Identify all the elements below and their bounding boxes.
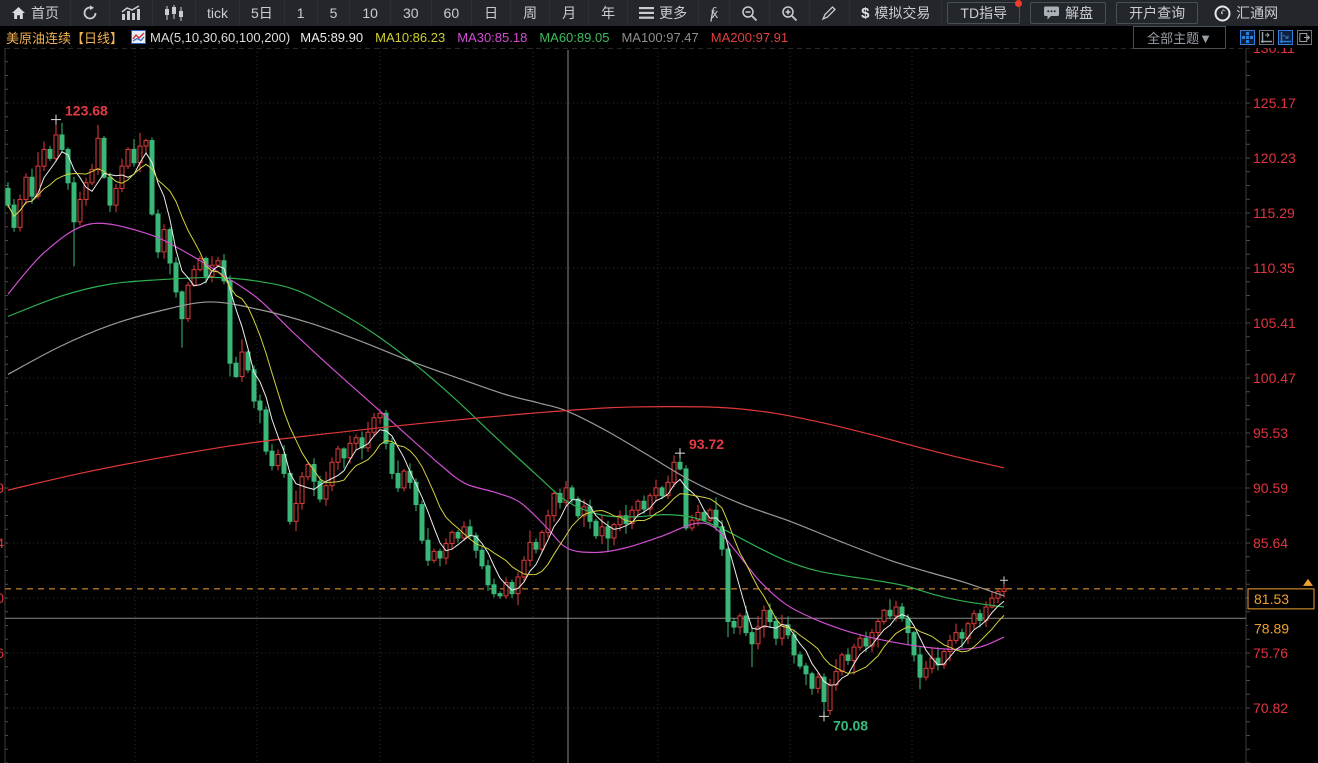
toolbar-period-10[interactable]: 10: [350, 0, 391, 26]
symbol-title: 美原油连续【日线】: [6, 28, 123, 47]
axis-label: 95.53: [1253, 425, 1288, 441]
toolbar-refresh-icon[interactable]: [71, 0, 110, 26]
axis-label-clipped: 90.59: [0, 480, 4, 496]
crosshair-price-badge: 78.89: [1248, 618, 1318, 637]
toolbar-period-60[interactable]: 60: [432, 0, 473, 26]
axis-label: 110.35: [1253, 260, 1295, 276]
ma-value-3: MA60:89.05: [539, 30, 609, 45]
theme-selector-dropdown[interactable]: 全部主题▼: [1133, 26, 1226, 49]
ma-parameters-label: MA(5,10,30,60,100,200): [150, 30, 290, 45]
svg-text:81.53: 81.53: [1254, 591, 1289, 607]
draw-tool-icon: [821, 5, 838, 21]
toolbar-market-analysis[interactable]: 解盘: [1030, 2, 1106, 24]
legend-row: 美原油连续【日线】 MA(5,10,30,60,100,200) MA5:89.…: [0, 26, 1318, 48]
axis-label-clipped: 75.76: [0, 645, 4, 661]
toolbar-candlestick-chart-icon[interactable]: [153, 0, 196, 26]
toolbar-more[interactable]: 更多: [628, 0, 699, 26]
toolbar-zoom-in-icon[interactable]: [770, 0, 810, 26]
layout-right-axis-icon[interactable]: [1278, 30, 1293, 45]
toolbar-period-5d[interactable]: 5日: [240, 0, 285, 26]
timeline-chart-icon: [121, 5, 141, 21]
axis-label: 115.29: [1253, 205, 1295, 221]
notification-dot: [1015, 0, 1022, 7]
axis-label: 75.76: [1253, 645, 1288, 661]
layout-crosshair-icon[interactable]: [1240, 30, 1255, 45]
toolbar-home[interactable]: 首页: [0, 0, 71, 26]
layout-new-window-icon[interactable]: [1297, 30, 1312, 45]
ma-value-1: MA10:86.23: [375, 30, 445, 45]
ma-value-5: MA200:97.91: [711, 30, 788, 45]
more-icon: [639, 7, 654, 19]
svg-text:78.89: 78.89: [1254, 620, 1289, 636]
toolbar-draw-tool-icon[interactable]: [810, 0, 850, 26]
toolbar-timeline-chart-icon[interactable]: [110, 0, 153, 26]
price-marker-label: 93.72: [689, 436, 724, 452]
axis-label: 105.41: [1253, 315, 1296, 331]
toolbar-period-5[interactable]: 5: [318, 0, 351, 26]
axis-label-clipped: 80.70: [0, 590, 4, 606]
sim-trading-icon: $: [861, 0, 869, 27]
ma-value-0: MA5:89.90: [300, 30, 363, 45]
toolbar-td-guide[interactable]: TD指导: [947, 2, 1020, 24]
toolbar-account-query[interactable]: 开户查询: [1116, 2, 1198, 24]
axis-label: 70.82: [1253, 700, 1288, 716]
candlestick-chart-icon: [164, 5, 184, 21]
toolbar-period-year[interactable]: 年: [589, 0, 628, 26]
legend-right-tools: 全部主题▼: [1133, 26, 1318, 49]
toolbar: 首页 tick5日15103060日周月年更多 fx $模拟交易TD指导解盘开户查询汇…: [0, 0, 1318, 27]
ma-values: MA5:89.90 MA10:86.23 MA30:85.18 MA60:89.05 M…: [300, 30, 800, 45]
zoom-out-icon: [741, 5, 758, 22]
fx-indicator-icon: fx: [710, 0, 718, 27]
market-analysis-icon: [1043, 6, 1060, 21]
axis-label: 100.47: [1253, 370, 1296, 386]
ma-value-4: MA100:97.47: [621, 30, 698, 45]
axis-label: 125.17: [1253, 95, 1296, 111]
home-icon: [11, 6, 26, 20]
axis-label: 120.23: [1253, 150, 1296, 166]
price-marker-label: 70.08: [833, 717, 868, 733]
toolbar-period-month[interactable]: 月: [550, 0, 589, 26]
toolbar-fx-indicator-icon[interactable]: fx: [699, 0, 730, 26]
toolbar-fx678-site[interactable]: 汇通网: [1203, 0, 1289, 26]
toolbar-period-day[interactable]: 日: [472, 0, 511, 26]
toolbar-sim-trading[interactable]: $模拟交易: [850, 0, 942, 26]
axis-label-clipped: 85.64: [0, 535, 4, 551]
chart-background: [0, 0, 1318, 763]
candlestick-chart-canvas[interactable]: 123.6893.7270.08130.11125.17120.23115.29…: [0, 0, 1318, 763]
indicator-chart-icon: [131, 30, 146, 44]
price-marker-label: 123.68: [65, 103, 108, 119]
toolbar-period-30[interactable]: 30: [391, 0, 432, 26]
toolbar-period-1[interactable]: 1: [285, 0, 318, 26]
layout-icons: [1236, 30, 1312, 45]
zoom-in-icon: [781, 5, 798, 22]
toolbar-period-week[interactable]: 周: [511, 0, 550, 26]
toolbar-zoom-out-icon[interactable]: [730, 0, 770, 26]
refresh-icon: [82, 5, 98, 21]
fx678-site-icon: [1214, 5, 1231, 22]
axis-label: 90.59: [1253, 480, 1288, 496]
ma-value-2: MA30:85.18: [457, 30, 527, 45]
toolbar-period-tick[interactable]: tick: [196, 0, 240, 26]
layout-left-axis-icon[interactable]: [1259, 30, 1274, 45]
axis-label: 85.64: [1253, 535, 1288, 551]
